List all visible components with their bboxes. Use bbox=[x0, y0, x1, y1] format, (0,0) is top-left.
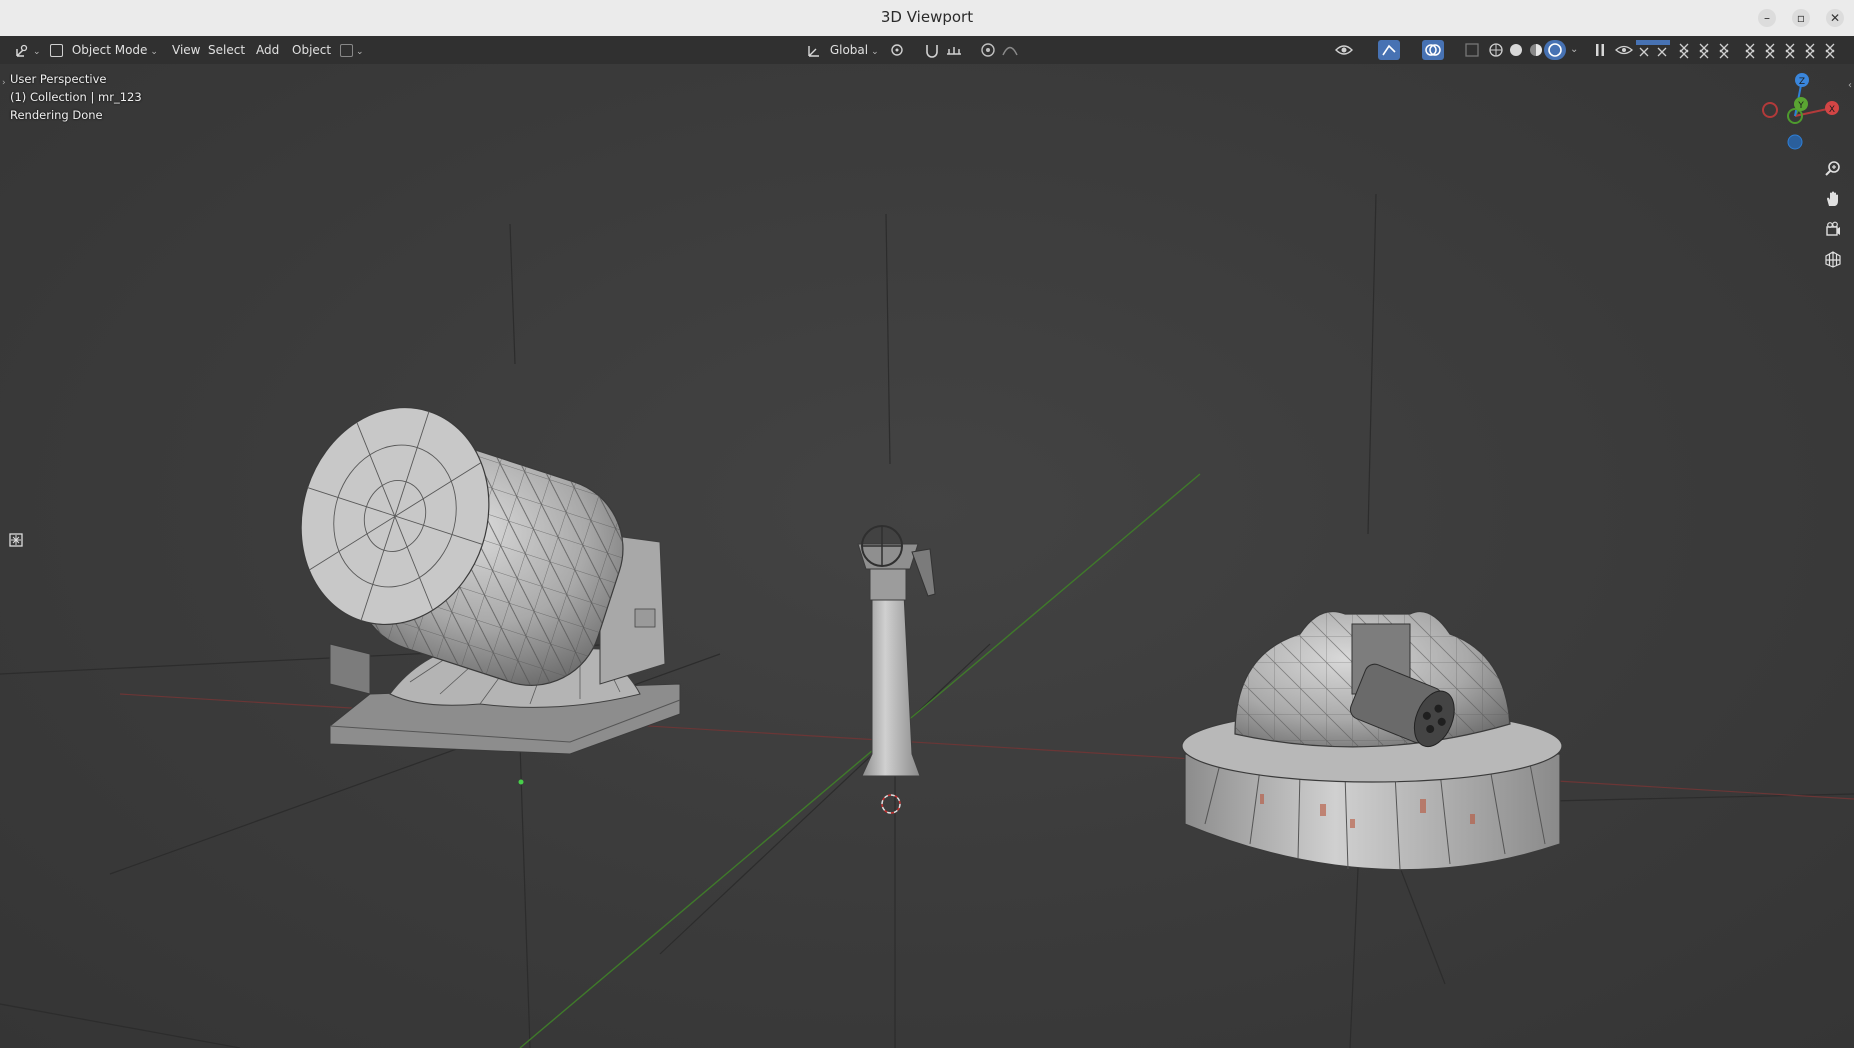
svg-text:Z: Z bbox=[1799, 77, 1805, 87]
render-status-label: Rendering Done bbox=[10, 108, 103, 122]
grease-pencil-dropdown[interactable]: ⌄ bbox=[334, 36, 370, 64]
menu-object[interactable]: Object bbox=[286, 36, 337, 64]
xray-icon[interactable] bbox=[1462, 40, 1482, 60]
rendered-shading-icon bbox=[1548, 43, 1562, 57]
floor-grid bbox=[0, 193, 1854, 1048]
menu-view[interactable]: View bbox=[166, 36, 206, 64]
n-panel-toggle[interactable]: ‹ bbox=[1848, 80, 1852, 91]
pan-button[interactable] bbox=[1820, 186, 1846, 212]
mast-model bbox=[857, 525, 936, 814]
3d-viewport[interactable]: User Perspective (1) Collection | mr_123… bbox=[0, 64, 1854, 1048]
overlay-icon bbox=[1425, 44, 1441, 56]
object-mode-icon bbox=[50, 44, 63, 57]
zoom-icon bbox=[1825, 161, 1840, 176]
paint-icon bbox=[340, 44, 353, 57]
collection-label: (1) Collection | mr_123 bbox=[10, 90, 142, 104]
searchlight-model bbox=[300, 406, 681, 785]
visibility-icon[interactable] bbox=[1334, 40, 1354, 60]
overlay-toggle[interactable] bbox=[1422, 40, 1444, 60]
gizmo-icon bbox=[1382, 44, 1396, 56]
pivot-point-icon[interactable] bbox=[888, 40, 908, 60]
proportional-editing-icon[interactable] bbox=[978, 40, 998, 60]
menu-add[interactable]: Add bbox=[250, 36, 285, 64]
falloff-icon[interactable] bbox=[1000, 40, 1020, 60]
ortho-toggle-button[interactable] bbox=[1820, 246, 1846, 272]
gizmo-toggle[interactable] bbox=[1378, 40, 1400, 60]
svg-text:Y: Y bbox=[1797, 101, 1804, 111]
wireframe-shading-icon[interactable] bbox=[1486, 40, 1506, 60]
window-titlebar: 3D Viewport – ▫ ✕ bbox=[0, 0, 1854, 37]
close-button[interactable]: ✕ bbox=[1826, 9, 1844, 27]
restore-button[interactable]: ▫ bbox=[1792, 9, 1810, 27]
material-shading-icon[interactable] bbox=[1526, 40, 1546, 60]
zoom-button[interactable] bbox=[1820, 156, 1846, 182]
svg-text:X: X bbox=[1829, 105, 1835, 115]
rendered-shading-toggle[interactable] bbox=[1544, 40, 1566, 60]
view-perspective-label: User Perspective bbox=[10, 72, 107, 86]
orientation-axes-icon bbox=[808, 45, 819, 57]
sidebar-expand-arrow[interactable]: › bbox=[2, 78, 6, 88]
gizmo-neg-x bbox=[1762, 102, 1778, 118]
snap-icon[interactable] bbox=[922, 40, 942, 60]
toolbar-expand-icon bbox=[9, 533, 23, 547]
snap-increment-icon[interactable] bbox=[944, 40, 964, 60]
window-title: 3D Viewport bbox=[880, 8, 974, 26]
viewport-scene bbox=[0, 193, 1854, 1048]
pause-icon[interactable] bbox=[1590, 40, 1610, 60]
pan-hand-icon bbox=[1827, 191, 1838, 206]
ortho-grid-icon bbox=[1825, 251, 1841, 268]
toolbar-toggle[interactable] bbox=[8, 532, 24, 548]
eye-icon[interactable] bbox=[1614, 40, 1634, 60]
editor-type-icon bbox=[16, 44, 28, 57]
mode-selector[interactable]: Object Mode ⌄ bbox=[44, 36, 164, 64]
camera-view-icon bbox=[1826, 221, 1840, 236]
shading-dropdown-chevron[interactable]: ⌄ bbox=[1570, 36, 1578, 64]
gun-turret-model bbox=[1181, 610, 1563, 871]
gizmo-neg-z bbox=[1787, 134, 1803, 150]
editor-type-selector[interactable]: ⌄ bbox=[8, 36, 47, 64]
navigation-gizmo[interactable]: Y X Z bbox=[1752, 70, 1842, 150]
camera-view-button[interactable] bbox=[1820, 216, 1846, 242]
mode-label: Object Mode bbox=[71, 43, 148, 57]
menu-select[interactable]: Select bbox=[202, 36, 251, 64]
transform-orientation-selector[interactable]: Global ⌄ bbox=[800, 36, 885, 64]
solid-shading-icon[interactable] bbox=[1506, 40, 1526, 60]
viewport-header: ⌄ Object Mode ⌄ View Select Add Object ⌄ … bbox=[0, 36, 1854, 64]
minimize-button[interactable]: – bbox=[1758, 9, 1776, 27]
collapsed-header-icons[interactable] bbox=[1636, 40, 1846, 60]
transform-orientation-label: Global bbox=[829, 43, 869, 57]
